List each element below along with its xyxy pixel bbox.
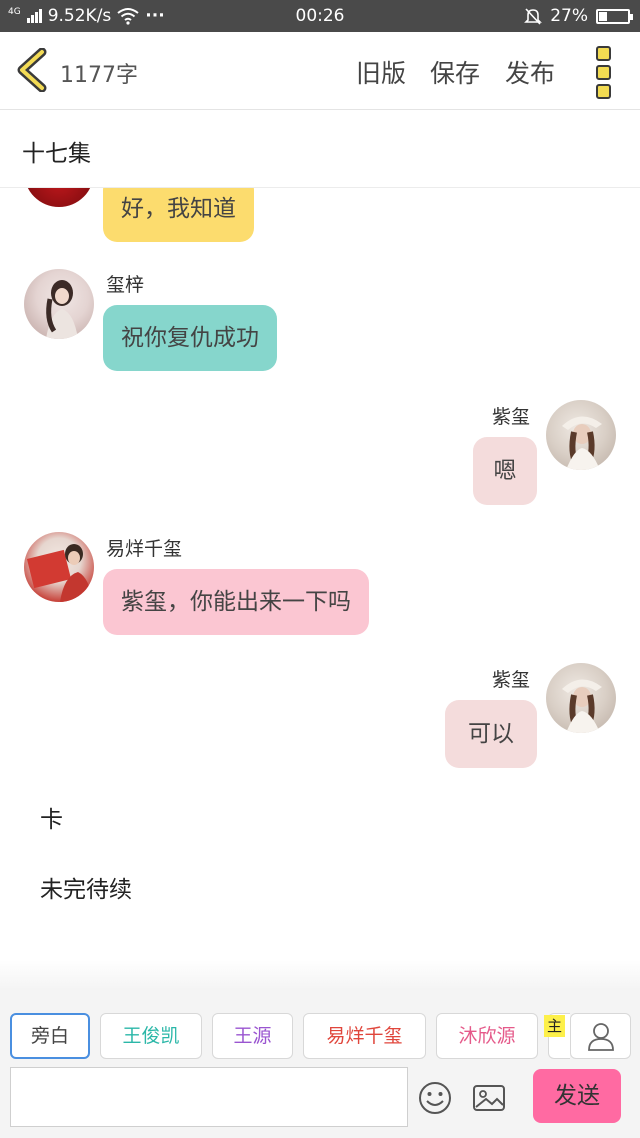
publish-button[interactable]: 发布 xyxy=(505,54,555,90)
speaker-name: 紫玺 xyxy=(492,406,531,428)
old-version-button[interactable]: 旧版 xyxy=(356,54,406,90)
narration-line[interactable]: 未完待续 xyxy=(40,870,132,904)
message-bubble[interactable]: 祝你复仇成功 xyxy=(103,305,277,371)
emoji-icon[interactable] xyxy=(418,1081,452,1115)
clock: 00:26 xyxy=(295,6,345,26)
panel-fade xyxy=(0,960,640,990)
chapter-title-row[interactable]: 十七集 xyxy=(0,110,640,188)
protagonist-tag: 主 xyxy=(544,1015,566,1037)
narration-line[interactable]: 卡 xyxy=(40,800,63,834)
character-chip[interactable]: 沐欣源 xyxy=(436,1013,538,1059)
message-bubble[interactable]: 紫玺，你能出来一下吗 xyxy=(103,569,369,635)
speaker-name: 玺梓 xyxy=(106,274,145,296)
message-bubble[interactable]: 可以 xyxy=(445,700,537,768)
character-chip[interactable]: 王源 xyxy=(212,1013,293,1059)
speaker-name: 紫玺 xyxy=(492,669,531,691)
avatar-figure xyxy=(46,280,78,339)
image-icon[interactable] xyxy=(472,1083,506,1113)
speaker-name: 易烊千玺 xyxy=(106,538,183,560)
battery-icon xyxy=(596,8,633,24)
character-chip[interactable]: 王俊凯 xyxy=(100,1013,202,1059)
avatar xyxy=(24,532,94,602)
word-count: 1177字 xyxy=(60,63,138,88)
send-button[interactable]: 发送 xyxy=(533,1069,621,1123)
message-input[interactable] xyxy=(10,1067,408,1127)
avatar-figure xyxy=(562,416,602,470)
character-chip[interactable]: 易烊千玺 xyxy=(303,1013,426,1059)
user-icon xyxy=(587,1023,614,1051)
menu-icon[interactable] xyxy=(596,46,616,99)
message-bubble[interactable]: 嗯 xyxy=(473,437,537,505)
chapter-title: 十七集 xyxy=(22,141,91,167)
avatar xyxy=(24,269,94,339)
avatar-figure xyxy=(26,544,92,602)
battery-percent: 27% xyxy=(550,6,588,26)
avatar xyxy=(546,400,616,470)
mute-icon xyxy=(524,8,543,25)
save-button[interactable]: 保存 xyxy=(430,54,480,90)
editor-toolbar: 1177字 旧版 保存 发布 xyxy=(0,32,640,110)
status-bar: 4G 9.52K/s ··· 00:26 27% xyxy=(0,0,640,32)
back-icon[interactable] xyxy=(14,48,54,92)
add-character-button[interactable] xyxy=(570,1013,631,1059)
character-chip-narrator[interactable]: 旁白 xyxy=(10,1013,90,1059)
avatar xyxy=(546,663,616,733)
avatar-figure xyxy=(562,679,602,733)
